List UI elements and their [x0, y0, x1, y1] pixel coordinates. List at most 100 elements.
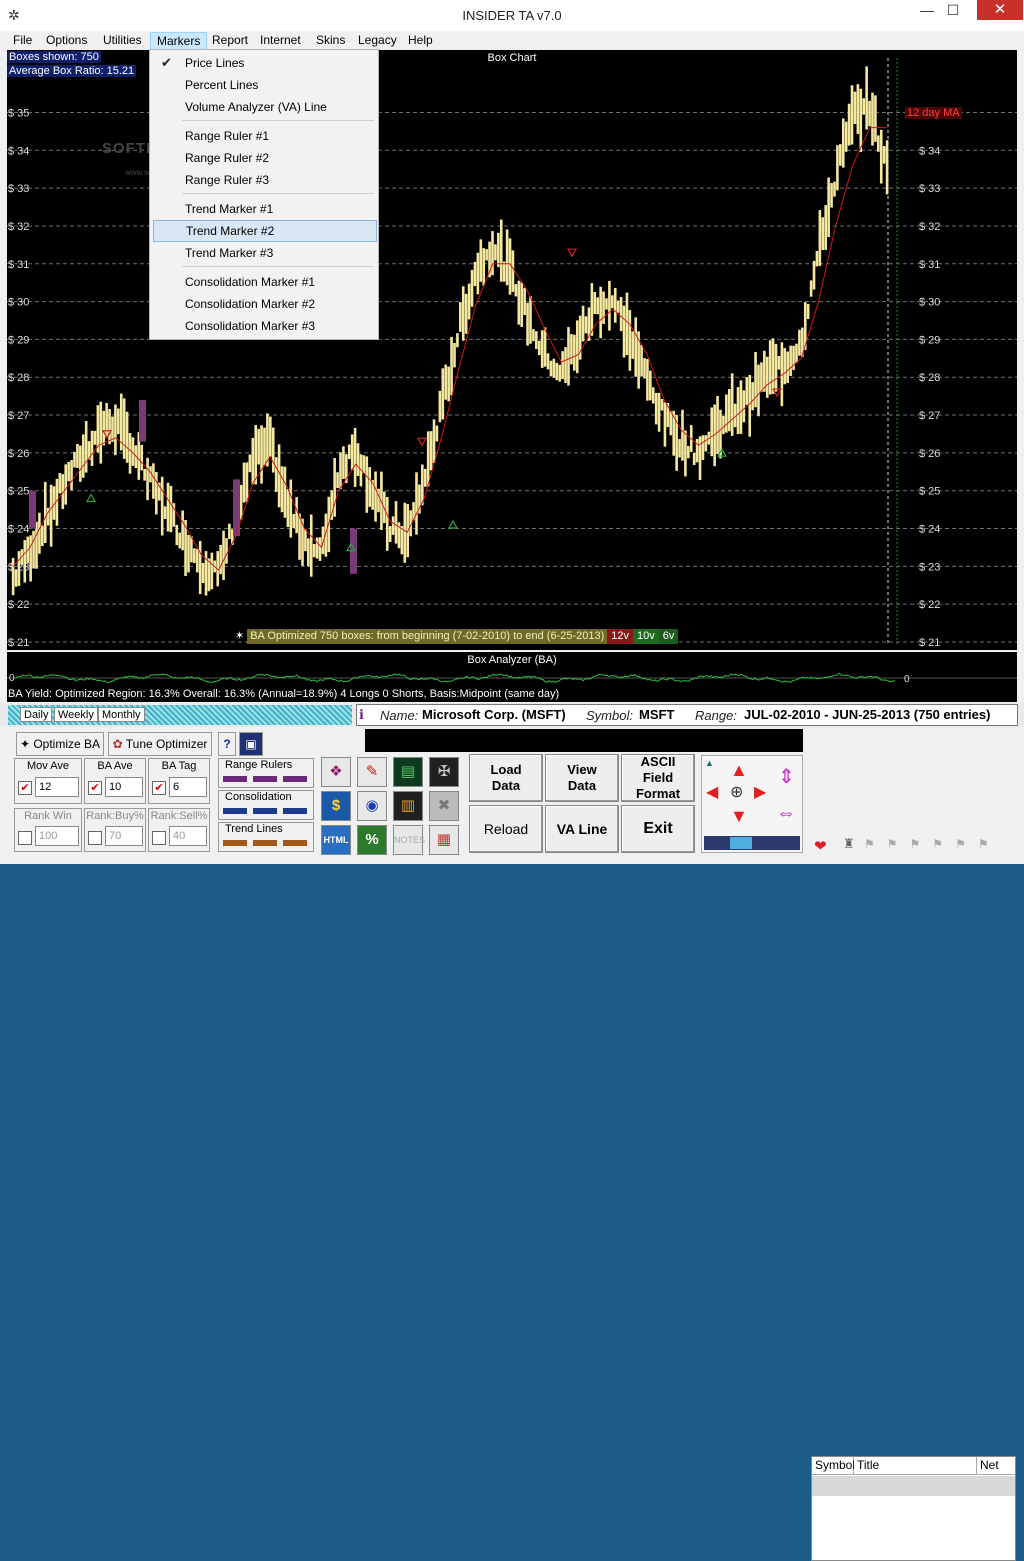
book-icon[interactable]: ❖: [321, 757, 351, 787]
markers-menu-item[interactable]: Trend Marker #2: [153, 220, 377, 242]
pan-up-arrow-icon[interactable]: ▲: [730, 760, 748, 781]
dollar-icon[interactable]: $: [321, 791, 351, 821]
calendar-icon[interactable]: ▦: [429, 825, 459, 855]
tab-daily[interactable]: Daily: [20, 707, 53, 722]
list-tool-2-icon[interactable]: ⚑: [887, 837, 898, 853]
x-pattern-icon[interactable]: ✖: [429, 791, 459, 821]
pan-right-arrow-icon[interactable]: ▶: [754, 782, 766, 802]
consolidation-2-swatch[interactable]: [253, 808, 277, 814]
menu-help[interactable]: Help: [402, 32, 439, 50]
box-analyzer-panel[interactable]: Box Analyzer (BA) 0 0 BA Yield: Optimize…: [7, 652, 1017, 702]
price-box: [613, 287, 617, 323]
range-ruler-1-swatch[interactable]: [223, 776, 247, 782]
scroll-up-small-icon[interactable]: ▲: [705, 758, 719, 768]
percent-icon[interactable]: %: [357, 825, 387, 855]
price-box: [403, 502, 407, 563]
view-data-button[interactable]: View Data: [545, 754, 619, 802]
minimize-button[interactable]: —: [914, 0, 940, 20]
ascii-field-format-button[interactable]: ASCII Field Format: [621, 754, 695, 802]
mov-ave-checkbox[interactable]: ✔: [18, 781, 32, 795]
menu-report[interactable]: Report: [206, 32, 254, 50]
menu-utilities[interactable]: Utilities: [97, 32, 148, 50]
markers-menu-item[interactable]: Volume Analyzer (VA) Line: [153, 96, 377, 118]
markers-menu-item[interactable]: Trend Marker #3: [153, 242, 377, 264]
ba-ave-checkbox[interactable]: ✔: [88, 781, 102, 795]
list-header-symbol[interactable]: Symbol: [812, 1457, 855, 1475]
list-tool-3-icon[interactable]: ⚑: [910, 837, 921, 853]
ba-tag-input[interactable]: 6: [169, 777, 207, 797]
y-tick-label-right: $ 22: [919, 599, 940, 611]
markers-menu-item[interactable]: Range Ruler #1: [153, 125, 377, 147]
notes-icon[interactable]: NOTES: [393, 825, 425, 855]
brush-icon[interactable]: ♜: [843, 836, 855, 852]
rank-win-input[interactable]: 100: [35, 826, 79, 846]
chart-scrollbar[interactable]: [704, 836, 800, 850]
tune-optimizer-button[interactable]: ✿ Tune Optimizer: [108, 732, 212, 756]
pattern-grid-icon[interactable]: ✠: [429, 757, 459, 787]
trend-line-1-swatch[interactable]: [223, 840, 247, 846]
tools-icon[interactable]: ✎: [357, 757, 387, 787]
chart-bars-icon[interactable]: ▥: [393, 791, 423, 821]
pan-down-arrow-icon[interactable]: ▼: [730, 806, 748, 827]
range-ruler-3-swatch[interactable]: [283, 776, 307, 782]
menu-file[interactable]: File: [7, 32, 38, 50]
trend-line-3-swatch[interactable]: [283, 840, 307, 846]
trend-line-2-swatch[interactable]: [253, 840, 277, 846]
price-box: [692, 452, 696, 466]
menu-legacy[interactable]: Legacy: [352, 32, 403, 50]
ba-tag-checkbox[interactable]: ✔: [152, 781, 166, 795]
load-data-button[interactable]: Load Data: [469, 754, 543, 802]
zoom-icon[interactable]: ⊕: [730, 782, 743, 802]
rank-sell-checkbox[interactable]: [152, 831, 166, 845]
rank-sell-input[interactable]: 40: [169, 826, 207, 846]
stretch-vertical-icon[interactable]: ⇕: [778, 764, 795, 789]
markers-menu-item[interactable]: Consolidation Marker #1: [153, 271, 377, 293]
markers-menu-item[interactable]: Range Ruler #3: [153, 169, 377, 191]
reload-button[interactable]: Reload: [469, 805, 543, 853]
menu-skins[interactable]: Skins: [310, 32, 351, 50]
scrollbar-thumb[interactable]: [730, 837, 752, 849]
maximize-button[interactable]: ☐: [940, 0, 966, 20]
mov-ave-input[interactable]: 12: [35, 777, 79, 797]
favorites-heart-icon[interactable]: ❤: [814, 837, 827, 855]
markers-menu-item[interactable]: Consolidation Marker #2: [153, 293, 377, 315]
markers-menu-item[interactable]: Trend Marker #1: [153, 198, 377, 220]
tab-weekly[interactable]: Weekly: [54, 707, 98, 722]
consolidation-1-swatch[interactable]: [223, 808, 247, 814]
close-button[interactable]: ✕: [977, 0, 1023, 20]
rank-buy-input[interactable]: 70: [105, 826, 143, 846]
ba-ave-input[interactable]: 10: [105, 777, 143, 797]
menu-internet[interactable]: Internet: [254, 32, 307, 50]
list-header-net[interactable]: Net: [977, 1457, 1015, 1475]
list-selected-row[interactable]: [812, 1476, 1015, 1496]
exit-button[interactable]: Exit: [621, 805, 695, 853]
symbol-list[interactable]: Symbol Title Net: [811, 1456, 1016, 1561]
consolidation-3-swatch[interactable]: [283, 808, 307, 814]
menu-markers[interactable]: Markers: [150, 32, 208, 50]
ba-tool-icon[interactable]: ▣: [239, 732, 263, 756]
info-icon[interactable]: ◉: [357, 791, 387, 821]
list-tool-6-icon[interactable]: ⚑: [978, 837, 989, 853]
pan-left-arrow-icon[interactable]: ◀: [706, 782, 718, 802]
list-tool-4-icon[interactable]: ⚑: [932, 837, 943, 853]
range-rulers-group: Range Rulers: [218, 758, 314, 788]
markers-menu-item[interactable]: Range Ruler #2: [153, 147, 377, 169]
rank-buy-checkbox[interactable]: [88, 831, 102, 845]
tab-monthly[interactable]: Monthly: [98, 707, 145, 722]
range-ruler-2-swatch[interactable]: [253, 776, 277, 782]
list-tool-5-icon[interactable]: ⚑: [955, 837, 966, 853]
markers-menu-item[interactable]: Consolidation Marker #3: [153, 315, 377, 337]
html-icon[interactable]: HTML: [321, 825, 351, 855]
list-tool-1-icon[interactable]: ⚑: [864, 837, 875, 853]
list-header-title[interactable]: Title: [854, 1457, 977, 1475]
menu-options[interactable]: Options: [40, 32, 93, 50]
rank-win-checkbox[interactable]: [18, 831, 32, 845]
ticker-tape-icon[interactable]: ▤: [393, 757, 423, 787]
markers-menu-item[interactable]: Percent Lines: [153, 74, 377, 96]
stretch-horizontal-icon[interactable]: ⇔: [776, 802, 796, 825]
va-line-button[interactable]: VA Line: [545, 805, 619, 853]
markers-menu-item[interactable]: ✔ Price Lines: [153, 52, 377, 74]
help-button[interactable]: ?: [218, 732, 236, 756]
price-box: [473, 261, 477, 287]
optimize-ba-button[interactable]: ✦ Optimize BA: [16, 732, 104, 756]
